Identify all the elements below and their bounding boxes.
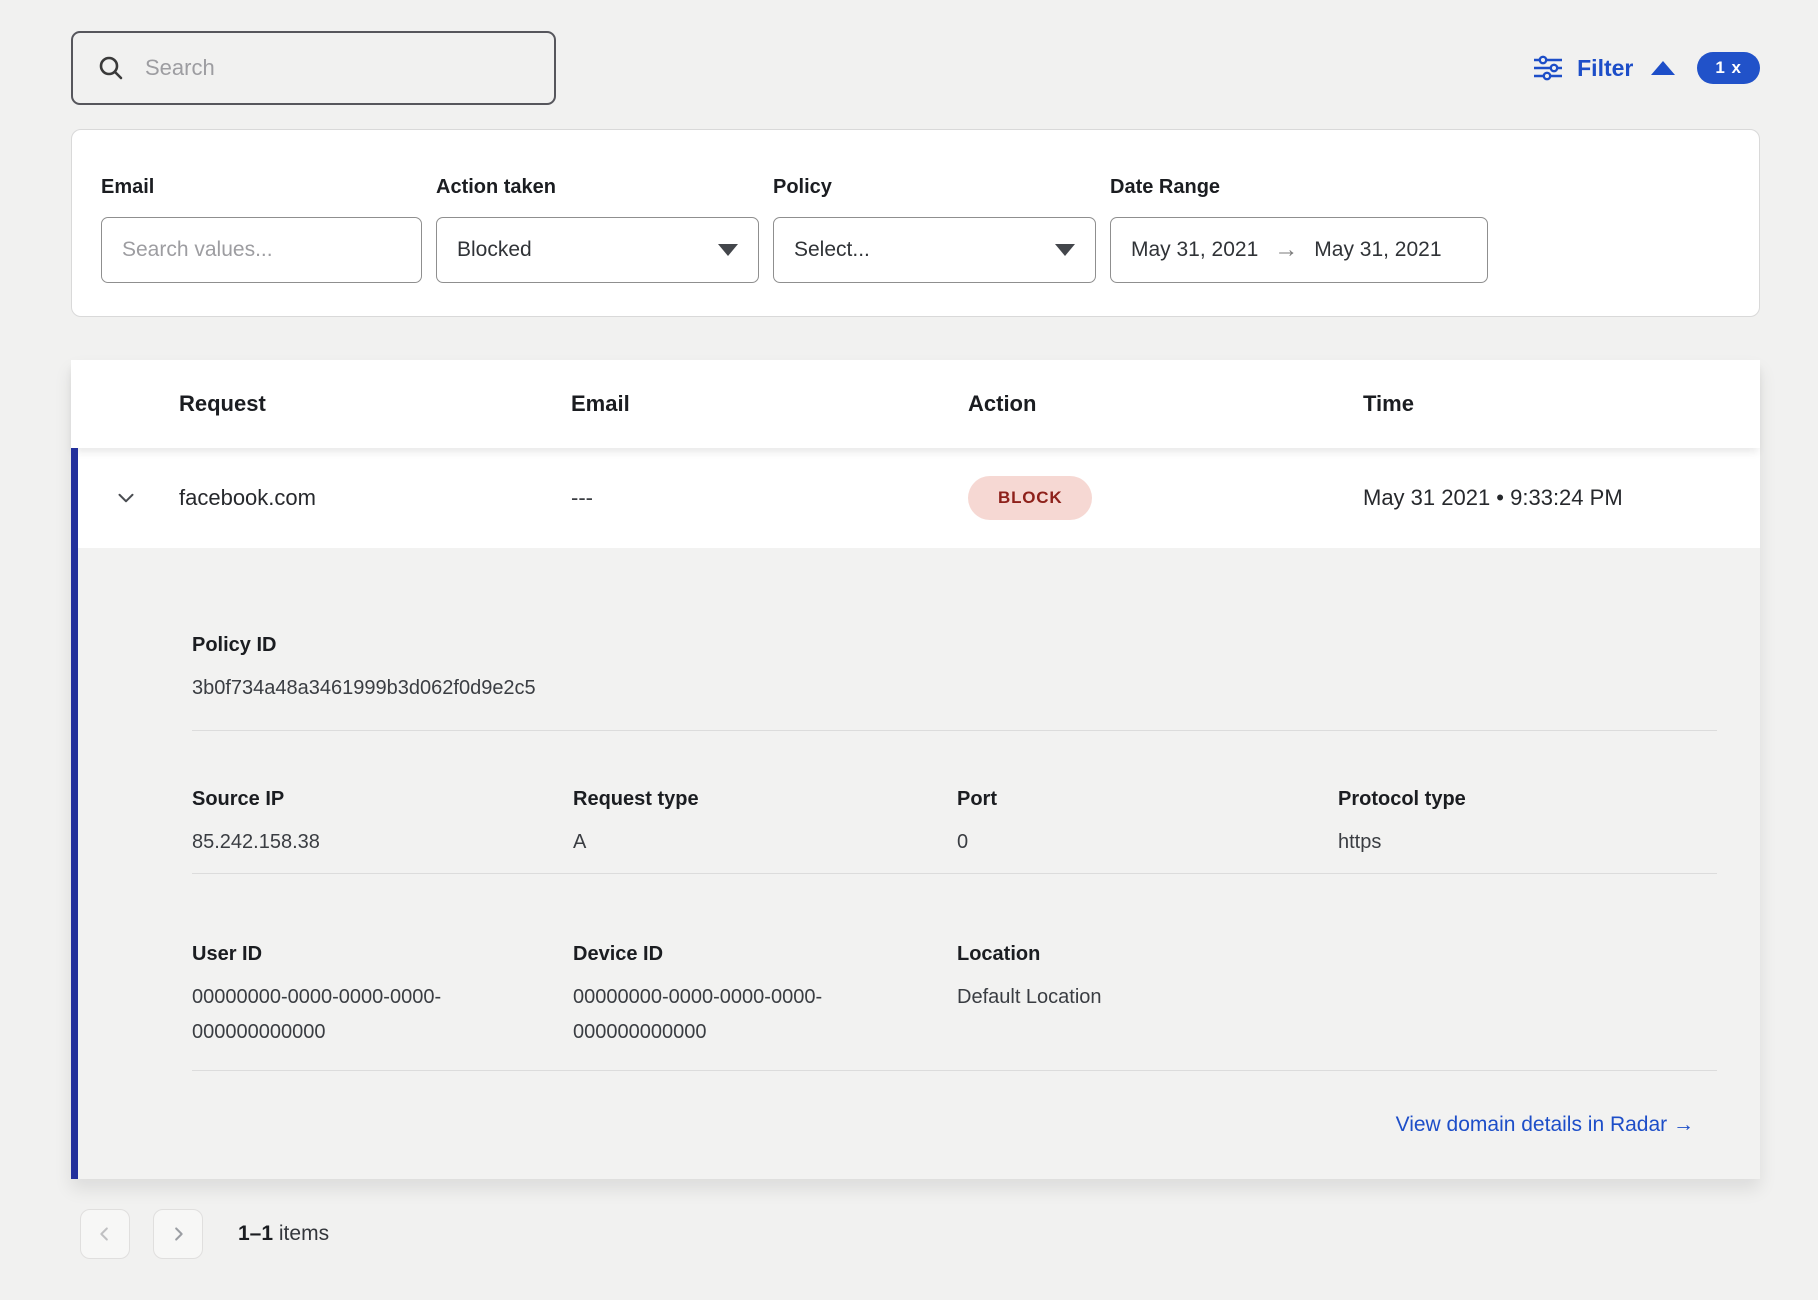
chevron-right-icon [167, 1223, 189, 1245]
port-label: Port [957, 787, 1338, 811]
detail-section-identity: User ID 00000000-0000-0000-0000-00000000… [192, 874, 1717, 1071]
action-taken-label: Action taken [436, 176, 759, 199]
items-label: items [279, 1222, 329, 1245]
table-header-row: Request Email Action Time [71, 360, 1760, 448]
date-range-start: May 31, 2021 [1131, 238, 1258, 262]
next-page-button[interactable] [153, 1209, 203, 1259]
location-value: Default Location [957, 980, 1338, 1015]
sliders-icon [1533, 54, 1563, 82]
date-range-end: May 31, 2021 [1314, 238, 1441, 262]
table-row[interactable]: facebook.com --- BLOCK May 31 2021 • 9:3… [71, 448, 1760, 548]
logs-table: Request Email Action Time facebook.com -… [71, 360, 1760, 1179]
filter-toggle-button[interactable]: Filter 1 x [1533, 52, 1760, 84]
top-toolbar: Filter 1 x [0, 0, 1818, 105]
pagination: 1–1 items [80, 1209, 1818, 1259]
caret-down-icon [718, 244, 738, 256]
previous-page-button[interactable] [80, 1209, 130, 1259]
policy-id-label: Policy ID [192, 633, 1717, 657]
detail-section-link: View domain details in Radar → [192, 1071, 1717, 1179]
source-ip-value: 85.242.158.38 [192, 825, 573, 860]
filter-field-action-taken: Action taken Blocked [436, 176, 759, 316]
port-value: 0 [957, 825, 1338, 860]
user-id-label: User ID [192, 942, 573, 966]
row-details-panel: Policy ID 3b0f734a48a3461999b3d062f0d9e2… [71, 548, 1760, 1179]
chevron-down-icon [113, 485, 139, 511]
detail-section-network: Source IP 85.242.158.38 Request type A P… [192, 731, 1717, 874]
protocol-type-value: https [1338, 825, 1717, 860]
action-block-badge: BLOCK [968, 476, 1092, 520]
column-header-request: Request [179, 391, 571, 417]
device-id-value: 00000000-0000-0000-0000-000000000000 [573, 980, 933, 1050]
email-filter-input[interactable] [102, 218, 421, 282]
action-taken-select[interactable]: Blocked [436, 217, 759, 283]
date-range-picker[interactable]: May 31, 2021 → May 31, 2021 [1110, 217, 1488, 283]
items-count: 1–1 items [238, 1222, 329, 1246]
column-header-email: Email [571, 391, 968, 417]
filter-label: Filter [1577, 55, 1633, 82]
arrow-right-icon: → [1274, 236, 1298, 264]
row-email: --- [571, 485, 968, 511]
protocol-type-label: Protocol type [1338, 787, 1717, 811]
filter-count-badge[interactable]: 1 x [1697, 52, 1760, 84]
filter-field-date-range: Date Range May 31, 2021 → May 31, 2021 [1110, 176, 1488, 316]
row-time: May 31 2021 • 9:33:24 PM [1363, 485, 1760, 511]
source-ip-label: Source IP [192, 787, 573, 811]
filter-field-email: Email [101, 176, 422, 316]
detail-section-policy: Policy ID 3b0f734a48a3461999b3d062f0d9e2… [192, 548, 1717, 731]
caret-down-icon [1055, 244, 1075, 256]
action-taken-value: Blocked [457, 238, 532, 262]
policy-select[interactable]: Select... [773, 217, 1096, 283]
column-header-time: Time [1363, 391, 1760, 417]
user-id-value: 00000000-0000-0000-0000-000000000000 [192, 980, 552, 1050]
search-icon [97, 54, 125, 82]
location-label: Location [957, 942, 1338, 966]
policy-label: Policy [773, 176, 1096, 199]
row-request-domain: facebook.com [179, 485, 571, 511]
caret-up-icon [1651, 61, 1675, 75]
date-range-label: Date Range [1110, 176, 1488, 199]
request-type-label: Request type [573, 787, 957, 811]
search-input[interactable] [143, 54, 530, 82]
collapse-row-button[interactable] [113, 485, 179, 511]
row-accent-bar [71, 448, 78, 1179]
policy-value: Select... [794, 238, 870, 262]
email-filter-label: Email [101, 176, 422, 199]
email-filter-input-wrap [101, 217, 422, 283]
device-id-label: Device ID [573, 942, 957, 966]
search-box[interactable] [71, 31, 556, 105]
view-domain-radar-link[interactable]: View domain details in Radar → [1396, 1113, 1694, 1136]
chevron-left-icon [94, 1223, 116, 1245]
items-range: 1–1 [238, 1222, 273, 1245]
column-header-action: Action [968, 391, 1363, 417]
request-type-value: A [573, 825, 957, 860]
filter-field-policy: Policy Select... [773, 176, 1096, 316]
policy-id-value: 3b0f734a48a3461999b3d062f0d9e2c5 [192, 671, 554, 706]
filter-panel: Email Action taken Blocked Policy Select… [71, 129, 1760, 317]
